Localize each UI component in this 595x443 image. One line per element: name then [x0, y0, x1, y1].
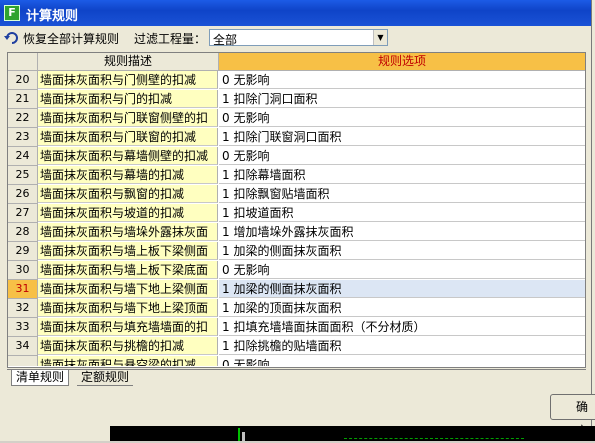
tab-bill-rules[interactable]: 清单规则	[11, 370, 70, 386]
table-row[interactable]: 33 墙面抹灰面积与填充墙墙面的扣 1 扣填充墙墙面抹面面积（不分材质）	[8, 318, 585, 337]
table-body: 20 墙面抹灰面积与门侧壁的扣减 0 无影响 21 墙面抹灰面积与门的扣减 1 扣除门洞口…	[8, 71, 585, 366]
row-number: 25	[8, 166, 38, 185]
rule-option-cell[interactable]: 0 无影响	[219, 356, 585, 366]
rule-option-cell[interactable]: 0 无影响	[219, 71, 585, 89]
rule-description-cell: 墙面抹灰面积与墙垛外露抹灰面	[38, 223, 218, 241]
filter-quantity-label: 过滤工程量：	[134, 32, 207, 46]
rule-tabs: 清单规则 定额规则	[7, 369, 586, 387]
rule-option-cell[interactable]: 1 扣填充墙墙面抹面面积（不分材质）	[219, 318, 585, 336]
row-number: 24	[8, 147, 38, 166]
rule-description-cell: 墙面抹灰面积与幕墙侧壁的扣减	[38, 147, 218, 165]
table-row[interactable]: 30 墙面抹灰面积与墙上板下梁底面 0 无影响	[8, 261, 585, 280]
row-number: 28	[8, 223, 38, 242]
rule-option-cell[interactable]: 1 扣坡道面积	[219, 204, 585, 222]
rule-option-cell[interactable]: 1 加梁的侧面抹灰面积	[219, 280, 585, 298]
rule-description-cell: 墙面抹灰面积与悬空梁的扣减	[38, 356, 218, 366]
rule-option-cell[interactable]: 1 加梁的顶面抹灰面积	[219, 299, 585, 317]
rule-description-cell: 墙面抹灰面积与坡道的扣减	[38, 204, 218, 222]
rule-description-cell: 墙面抹灰面积与填充墙墙面的扣	[38, 318, 218, 336]
tab-quota-rules[interactable]: 定额规则	[77, 370, 134, 386]
row-number: 22	[8, 109, 38, 128]
rule-description-cell: 墙面抹灰面积与门的扣减	[38, 90, 218, 108]
chevron-down-icon[interactable]: ▼	[373, 30, 387, 45]
rule-option-cell[interactable]: 1 扣除飘窗贴墙面积	[219, 185, 585, 203]
rule-description-cell: 墙面抹灰面积与墙上板下梁底面	[38, 261, 218, 279]
row-number-header	[8, 53, 38, 71]
rule-option-cell[interactable]: 1 扣除门联窗洞口面积	[219, 128, 585, 146]
row-number: 26	[8, 185, 38, 204]
column-header-description: 规则描述	[38, 53, 219, 71]
table-row[interactable]: 32 墙面抹灰面积与墙下地上梁顶面 1 加梁的顶面抹灰面积	[8, 299, 585, 318]
table-row[interactable]: 墙面抹灰面积与悬空梁的扣减 0 无影响	[8, 356, 585, 366]
undo-icon	[4, 32, 18, 44]
table-row[interactable]: 27 墙面抹灰面积与坡道的扣减 1 扣坡道面积	[8, 204, 585, 223]
row-number: 29	[8, 242, 38, 261]
row-number: 33	[8, 318, 38, 337]
table-row[interactable]: 25 墙面抹灰面积与幕墙的扣减 1 扣除幕墙面积	[8, 166, 585, 185]
rule-description-cell: 墙面抹灰面积与飘窗的扣减	[38, 185, 218, 203]
table-row[interactable]: 26 墙面抹灰面积与飘窗的扣减 1 扣除飘窗贴墙面积	[8, 185, 585, 204]
rule-option-cell[interactable]: 1 增加墙垛外露抹灰面积	[219, 223, 585, 241]
row-number: 34	[8, 337, 38, 356]
table-row[interactable]: 29 墙面抹灰面积与墙上板下梁侧面 1 加梁的侧面抹灰面积	[8, 242, 585, 261]
title-bar[interactable]: F 计算规则	[0, 0, 591, 26]
table-row[interactable]: 23 墙面抹灰面积与门联窗的扣减 1 扣除门联窗洞口面积	[8, 128, 585, 147]
rule-description-cell: 墙面抹灰面积与墙下地上梁侧面	[38, 280, 218, 298]
row-number: 20	[8, 71, 38, 90]
rules-table: 规则描述 规则选项 20 墙面抹灰面积与门侧壁的扣减 0 无影响 21 墙面抹灰面积与门…	[7, 52, 586, 368]
table-row[interactable]: 21 墙面抹灰面积与门的扣减 1 扣除门洞口面积	[8, 90, 585, 109]
rule-option-cell[interactable]: 0 无影响	[219, 261, 585, 279]
row-number: 31	[8, 280, 38, 299]
rule-description-cell: 墙面抹灰面积与墙上板下梁侧面	[38, 242, 218, 260]
filter-quantity-value: 全部	[213, 33, 238, 47]
row-number	[8, 356, 38, 366]
rule-description-cell: 墙面抹灰面积与挑檐的扣减	[38, 337, 218, 355]
table-row[interactable]: 22 墙面抹灰面积与门联窗侧壁的扣 0 无影响	[8, 109, 585, 128]
filter-quantity-select[interactable]: 全部 ▼	[209, 29, 388, 47]
rule-option-cell[interactable]: 1 扣除门洞口面积	[219, 90, 585, 108]
calculation-rules-dialog: F 计算规则 恢复全部计算规则 过滤工程量： 全部 ▼ 规则描述 规则选项 20…	[0, 0, 592, 426]
row-number: 32	[8, 299, 38, 318]
rule-option-cell[interactable]: 1 扣除幕墙面积	[219, 166, 585, 184]
row-number: 21	[8, 90, 38, 109]
ok-button[interactable]: 确定	[550, 394, 595, 438]
background-cad-canvas	[110, 426, 595, 441]
rule-option-cell[interactable]: 0 无影响	[219, 147, 585, 165]
restore-all-rules-button[interactable]: 恢复全部计算规则	[4, 28, 119, 48]
table-row[interactable]: 28 墙面抹灰面积与墙垛外露抹灰面 1 增加墙垛外露抹灰面积	[8, 223, 585, 242]
toolbar: 恢复全部计算规则 过滤工程量： 全部 ▼	[4, 28, 589, 48]
rule-description-cell: 墙面抹灰面积与门侧壁的扣减	[38, 71, 218, 89]
column-header-options: 规则选项	[219, 53, 585, 71]
table-row[interactable]: 20 墙面抹灰面积与门侧壁的扣减 0 无影响	[8, 71, 585, 90]
rule-description-cell: 墙面抹灰面积与幕墙的扣减	[38, 166, 218, 184]
table-row[interactable]: 31 墙面抹灰面积与墙下地上梁侧面 1 加梁的侧面抹灰面积	[8, 280, 585, 299]
rule-option-cell[interactable]: 0 无影响	[219, 109, 585, 127]
rule-description-cell: 墙面抹灰面积与墙下地上梁顶面	[38, 299, 218, 317]
row-number: 23	[8, 128, 38, 147]
rule-option-cell[interactable]: 1 加梁的侧面抹灰面积	[219, 242, 585, 260]
table-header: 规则描述 规则选项	[8, 53, 585, 71]
row-number: 30	[8, 261, 38, 280]
rule-description-cell: 墙面抹灰面积与门联窗的扣减	[38, 128, 218, 146]
rule-description-cell: 墙面抹灰面积与门联窗侧壁的扣	[38, 109, 218, 127]
table-row[interactable]: 24 墙面抹灰面积与幕墙侧壁的扣减 0 无影响	[8, 147, 585, 166]
row-number: 27	[8, 204, 38, 223]
restore-all-rules-label: 恢复全部计算规则	[23, 31, 120, 46]
dialog-title: 计算规则	[26, 9, 79, 24]
rule-option-cell[interactable]: 1 扣除挑檐的贴墙面积	[219, 337, 585, 355]
table-row[interactable]: 34 墙面抹灰面积与挑檐的扣减 1 扣除挑檐的贴墙面积	[8, 337, 585, 356]
app-icon: F	[4, 5, 20, 21]
